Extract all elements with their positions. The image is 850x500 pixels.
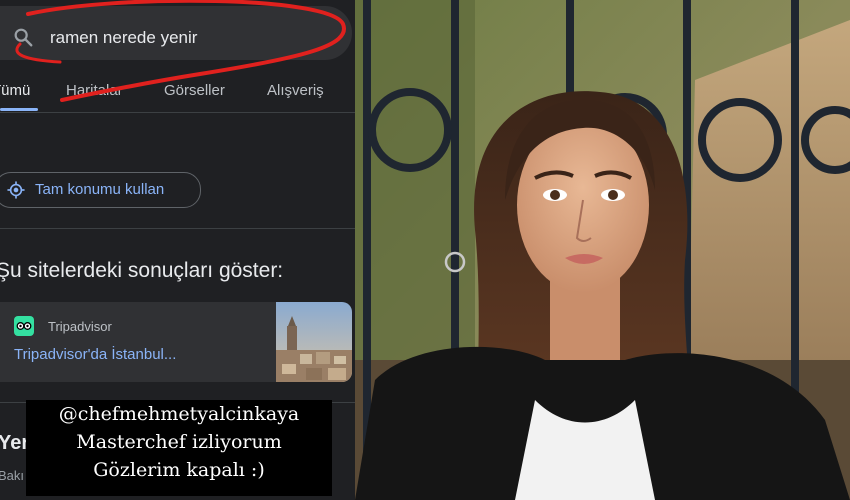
search-query[interactable]: ramen nerede yenir bbox=[50, 28, 197, 48]
story-caption: @chefmehmetyalcinkaya Masterchef izliyor… bbox=[26, 400, 332, 496]
caption-line-3: Gözlerim kapalı :) bbox=[93, 459, 265, 481]
sites-section-title: Şu sitelerdeki sonuçları göster: bbox=[0, 259, 284, 282]
tab-images[interactable]: Görseller bbox=[164, 82, 225, 99]
search-tabs: Tümü Haritalar Görseller Alışveriş bbox=[0, 82, 355, 112]
caption-line-2: Masterchef izliyorum bbox=[76, 431, 282, 453]
search-icon bbox=[14, 28, 33, 47]
tripadvisor-owl-icon bbox=[14, 316, 34, 336]
use-precise-location-label: Tam konumu kullan bbox=[35, 181, 165, 198]
result-link[interactable]: Tripadvisor'da İstanbul... bbox=[14, 346, 176, 363]
caption-mention: @chefmehmetyalcinkaya bbox=[58, 403, 300, 425]
istanbul-thumbnail-image bbox=[276, 302, 352, 382]
tab-all[interactable]: Tümü bbox=[0, 82, 30, 99]
result-source-name: Tripadvisor bbox=[48, 319, 112, 334]
active-tab-indicator bbox=[0, 108, 38, 111]
tab-shopping[interactable]: Alışveriş bbox=[267, 82, 324, 99]
next-result-title: Yer bbox=[0, 432, 30, 454]
portrait-illustration bbox=[355, 0, 850, 500]
google-search-screenshot: ramen nerede yenir Tümü Haritalar Görsel… bbox=[0, 0, 355, 500]
search-bar[interactable]: ramen nerede yenir bbox=[0, 6, 352, 60]
tabs-divider bbox=[0, 112, 355, 113]
use-precise-location-chip[interactable]: Tam konumu kullan bbox=[0, 172, 201, 208]
location-target-icon bbox=[7, 181, 25, 199]
tripadvisor-result-card[interactable]: Tripadvisor Tripadvisor'da İstanbul... bbox=[0, 302, 352, 382]
section-divider bbox=[0, 228, 355, 229]
portrait-photo bbox=[355, 0, 850, 500]
tab-maps[interactable]: Haritalar bbox=[66, 82, 123, 99]
next-result-subtitle: Bakı bbox=[0, 468, 25, 483]
